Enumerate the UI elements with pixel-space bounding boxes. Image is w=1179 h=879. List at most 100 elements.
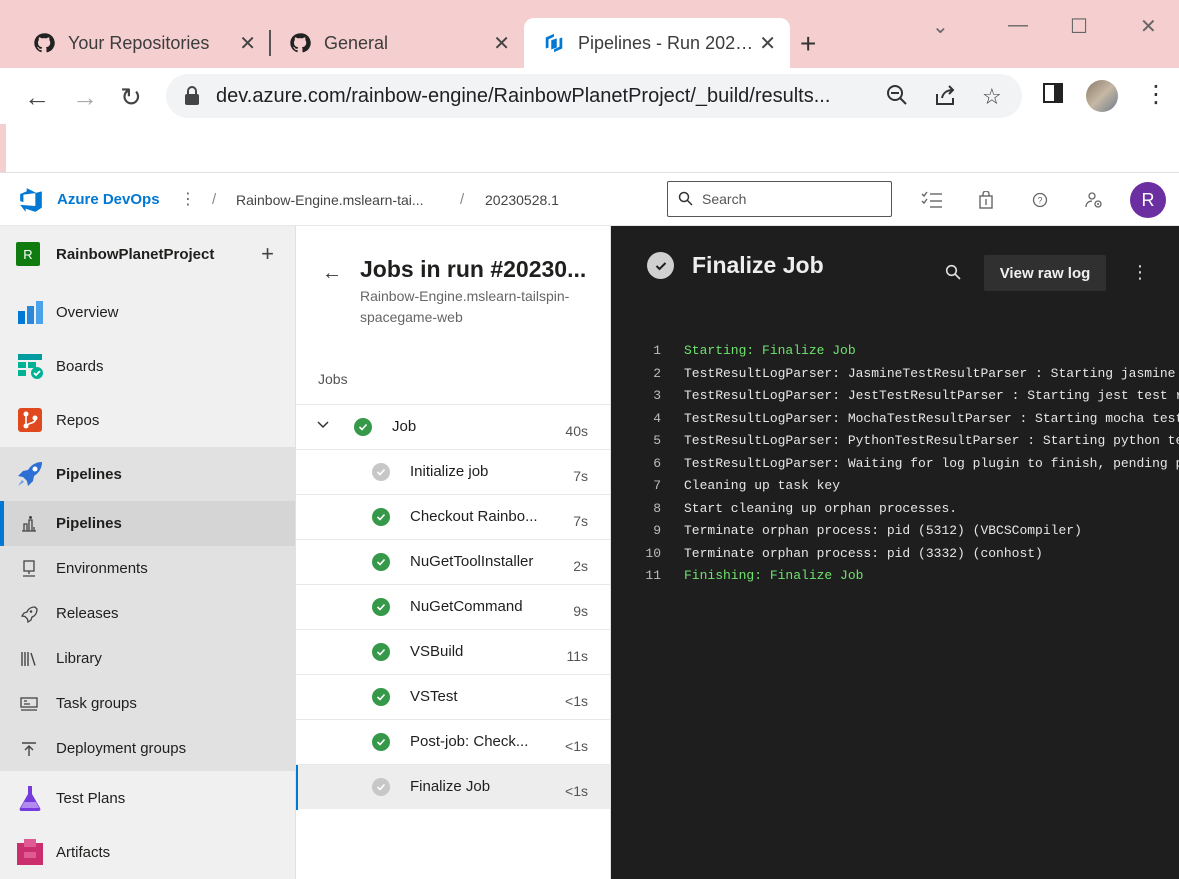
job-row[interactable]: Job 40s (296, 404, 610, 449)
sidebar-subitem-library[interactable]: Library (0, 636, 295, 681)
line-number: 6 (653, 455, 661, 471)
log-line: 1 Starting: Finalize Job (611, 340, 1179, 363)
log-title: Finalize Job (692, 252, 824, 278)
more-icon[interactable]: ⋮ (180, 189, 196, 209)
ado-header: Azure DevOps ⋮ / Rainbow-Engine.mslearn-… (0, 172, 1179, 226)
window-close-icon[interactable]: ✕ (1140, 14, 1157, 39)
step-duration: 11s (566, 648, 588, 664)
chevron-down-icon[interactable] (316, 418, 330, 435)
sidebar-item-label: Test Plans (56, 789, 126, 807)
minimize-icon[interactable]: — (1008, 14, 1028, 37)
jobs-title: Jobs in run #20230... (360, 256, 587, 282)
browser-toolbar: ← → ↻ dev.azure.com/rainbow-engine/Rainb… (0, 68, 1179, 124)
repos-icon (16, 406, 44, 434)
more-options-icon[interactable]: ⋮ (1131, 262, 1149, 283)
step-row[interactable]: VSTest <1s (296, 674, 610, 719)
deployment-groups-icon (20, 740, 38, 758)
sidebar-item-label: Deployment groups (56, 740, 187, 757)
step-row[interactable]: VSBuild 11s (296, 629, 610, 674)
close-tab-icon[interactable]: ✕ (239, 31, 256, 56)
line-text: Cleaning up task key (684, 478, 841, 493)
overview-icon (16, 298, 44, 326)
zoom-icon[interactable] (886, 84, 908, 112)
step-name: NuGetToolInstaller (410, 553, 534, 570)
browser-menu-icon[interactable]: ⋮ (1144, 80, 1168, 109)
close-tab-icon[interactable]: ✕ (493, 31, 510, 56)
pipeline-name: Rainbow-Engine.mslearn-tailspin-spacegam… (360, 288, 570, 325)
maximize-icon[interactable]: ☐ (1070, 14, 1088, 39)
search-icon[interactable] (945, 264, 961, 285)
user-avatar[interactable]: R (1130, 182, 1166, 218)
tab-search-chevron-icon[interactable]: ⌄ (932, 14, 949, 39)
step-name: VSTest (410, 688, 458, 705)
search-input[interactable] (702, 188, 882, 210)
sidebar-item-pipelines[interactable]: Pipelines (0, 447, 295, 501)
line-text: Starting: Finalize Job (684, 343, 856, 358)
azure-devops-logo-icon[interactable] (18, 187, 44, 218)
line-text: Finishing: Finalize Job (684, 568, 864, 583)
close-tab-icon[interactable]: ✕ (759, 31, 776, 56)
sidebar-subitem-environments[interactable]: Environments (0, 546, 295, 591)
side-panel-icon[interactable] (1042, 82, 1064, 110)
success-check-icon (372, 733, 390, 751)
test-plans-icon (16, 784, 44, 812)
step-row-selected[interactable]: Finalize Job <1s (296, 764, 610, 810)
browser-tab-general[interactable]: General ✕ (270, 18, 524, 68)
browser-tab-pipelines[interactable]: Pipelines - Run 202… ✕ (524, 18, 790, 68)
forward-icon[interactable]: → (72, 82, 98, 113)
sidebar-subitem-task-groups[interactable]: Task groups (0, 681, 295, 726)
browser-tab-title: General (324, 32, 389, 53)
sidebar-subitem-deployment-groups[interactable]: Deployment groups (0, 726, 295, 771)
sidebar-item-artifacts[interactable]: Artifacts (0, 825, 295, 879)
profile-avatar[interactable] (1086, 80, 1118, 112)
work-items-icon[interactable] (921, 189, 943, 211)
add-icon[interactable]: + (261, 241, 274, 267)
project-selector[interactable]: R RainbowPlanetProject + (16, 241, 286, 267)
help-icon[interactable]: ? (1029, 189, 1051, 211)
step-name: Initialize job (410, 463, 489, 480)
success-check-icon (372, 688, 390, 706)
jobs-section-label: Jobs (318, 371, 348, 387)
step-row[interactable]: NuGetCommand 9s (296, 584, 610, 629)
sidebar-item-label: Task groups (56, 695, 137, 712)
line-text: TestResultLogParser: JasmineTestResultPa… (684, 365, 1179, 381)
url-text[interactable]: dev.azure.com/rainbow-engine/RainbowPlan… (216, 85, 830, 108)
back-icon[interactable]: ← (24, 82, 50, 113)
browser-tab-repositories[interactable]: Your Repositories ✕ (14, 18, 270, 68)
breadcrumb-run[interactable]: 20230528.1 (485, 192, 559, 208)
sidebar-item-overview[interactable]: Overview (0, 285, 295, 339)
sidebar-item-repos[interactable]: Repos (0, 393, 295, 447)
log-line: 2 TestResultLogParser: JasmineTestResultP… (611, 363, 1179, 386)
line-number: 4 (653, 410, 661, 426)
sidebar-subitem-releases[interactable]: Releases (0, 591, 295, 636)
marketplace-bag-icon[interactable] (975, 189, 997, 211)
step-duration: <1s (565, 783, 588, 799)
step-duration: 2s (573, 558, 588, 574)
line-number: 2 (653, 365, 661, 381)
sidebar-subitem-pipelines[interactable]: Pipelines (0, 501, 295, 546)
reload-icon[interactable]: ↻ (120, 82, 142, 113)
breadcrumb-pipeline[interactable]: Rainbow-Engine.mslearn-tai... (236, 192, 424, 208)
new-tab-icon[interactable]: + (800, 28, 816, 60)
step-row[interactable]: NuGetToolInstaller 2s (296, 539, 610, 584)
line-number: 7 (653, 478, 661, 493)
jobs-panel: ← Jobs in run #20230... Rainbow-Engine.m… (296, 226, 611, 879)
browser-tab-title: Your Repositories (68, 32, 210, 53)
back-arrow-icon[interactable]: ← (322, 262, 342, 285)
bookmark-star-icon[interactable]: ☆ (982, 84, 1002, 110)
share-icon[interactable] (934, 84, 958, 112)
sidebar-item-test-plans[interactable]: Test Plans (0, 771, 295, 825)
step-row[interactable]: Initialize job 7s (296, 449, 610, 494)
step-row[interactable]: Checkout Rainbo... 7s (296, 494, 610, 539)
sidebar-item-boards[interactable]: Boards (0, 339, 295, 393)
pipelines-icon (16, 460, 44, 488)
ado-brand[interactable]: Azure DevOps (57, 191, 160, 208)
address-bar[interactable]: dev.azure.com/rainbow-engine/RainbowPlan… (166, 74, 1022, 118)
view-raw-log-button[interactable]: View raw log (984, 255, 1106, 291)
step-row[interactable]: Post-job: Check... <1s (296, 719, 610, 764)
sidebar-item-label: Pipelines (56, 465, 122, 483)
lock-icon[interactable] (184, 86, 200, 111)
search-icon (678, 191, 693, 211)
search-box[interactable] (667, 181, 892, 217)
user-settings-icon[interactable] (1083, 189, 1105, 211)
